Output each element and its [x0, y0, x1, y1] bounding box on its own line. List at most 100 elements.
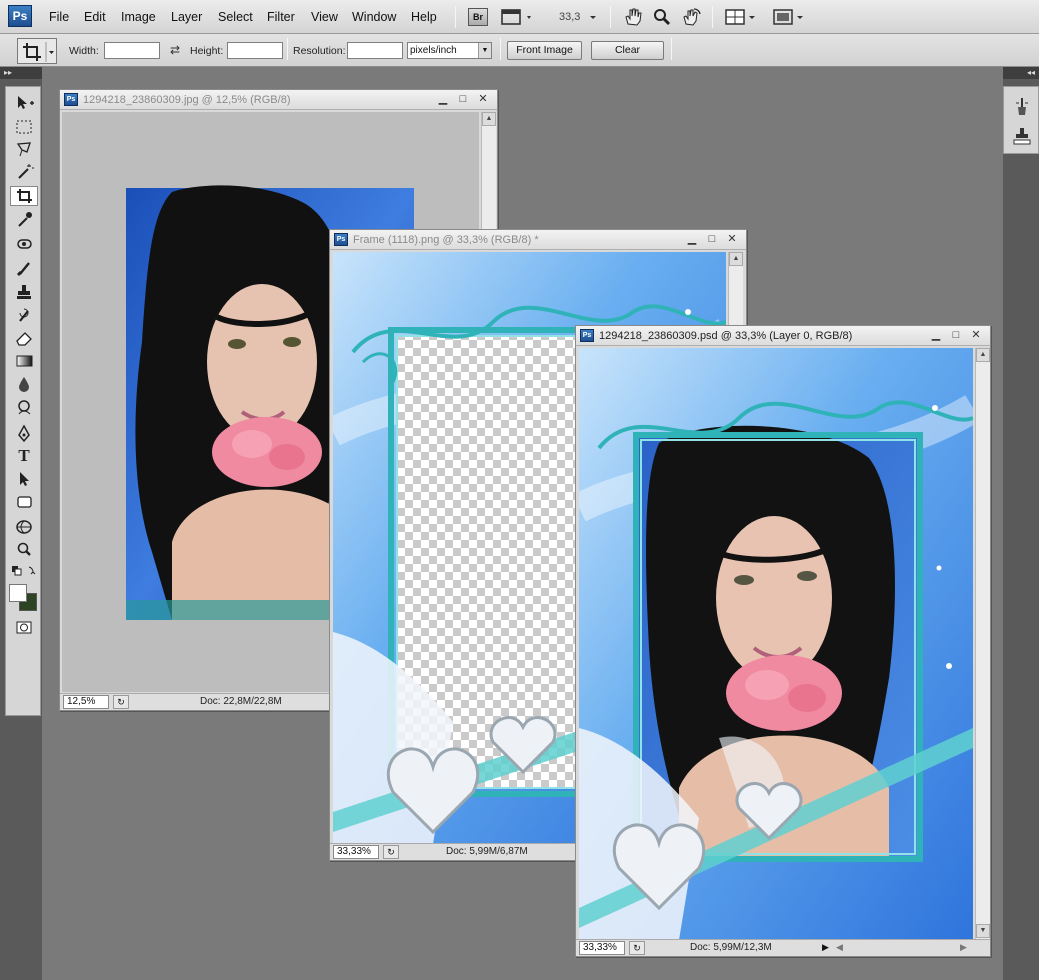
spot-healing-brush-icon[interactable] [10, 234, 38, 254]
close-icon[interactable]: ✕ [725, 232, 739, 246]
menu-file[interactable]: File [49, 10, 69, 24]
document-title: Frame (1118).png @ 33,3% (RGB/8) * [353, 234, 539, 246]
eraser-icon[interactable] [10, 328, 38, 348]
document-titlebar[interactable]: Ps 1294218_23860309.psd @ 33,3% (Layer 0… [576, 326, 990, 346]
maximize-icon[interactable]: □ [949, 328, 963, 342]
zoom-level-readout[interactable]: 33,3 [559, 11, 580, 23]
minimize-icon[interactable]: ▁ [685, 232, 699, 246]
zoom-field[interactable]: 12,5% [63, 695, 109, 709]
minimize-icon[interactable]: ▁ [436, 92, 450, 106]
zoom-field[interactable]: 33,33% [579, 941, 625, 955]
type-icon[interactable]: T [10, 446, 38, 466]
vertical-scrollbar[interactable]: ▲ ▼ [975, 348, 990, 940]
swap-dimensions-icon[interactable]: ⇄ [166, 40, 184, 60]
rotate-view-icon[interactable] [680, 7, 702, 27]
scroll-up-icon[interactable]: ▲ [729, 252, 743, 266]
options-separator [500, 38, 501, 60]
scroll-right-icon[interactable]: ▶ [960, 942, 967, 953]
rectangular-marquee-icon[interactable] [10, 117, 38, 137]
clone-stamp-icon[interactable] [10, 282, 38, 302]
preview-icon[interactable]: ↻ [629, 941, 645, 955]
photoshop-logo: Ps [8, 5, 32, 27]
width-field[interactable] [104, 42, 160, 59]
launch-bridge-button[interactable]: Br [468, 8, 488, 26]
arrange-documents-icon[interactable] [724, 7, 760, 27]
lasso-icon[interactable] [10, 139, 38, 159]
menu-view[interactable]: View [311, 10, 338, 24]
tools-panel-body: T [5, 86, 41, 716]
maximize-icon[interactable]: □ [456, 92, 470, 106]
magic-wand-icon[interactable] [10, 162, 38, 182]
default-colors-icon[interactable] [9, 564, 39, 578]
scroll-up-icon[interactable]: ▲ [482, 112, 496, 126]
dodge-icon[interactable] [10, 398, 38, 418]
ps-document-icon: Ps [580, 329, 594, 342]
menu-filter[interactable]: Filter [267, 10, 295, 24]
document-titlebar[interactable]: Ps Frame (1118).png @ 33,3% (RGB/8) * ▁ … [330, 230, 746, 250]
scroll-left-icon[interactable]: ◀ [836, 942, 843, 953]
brush-presets-icon[interactable] [1010, 95, 1034, 119]
resolution-label: Resolution: [293, 45, 346, 57]
expand-panels-icon[interactable]: ◂◂ [1003, 67, 1039, 79]
document-title: 1294218_23860309.jpg @ 12,5% (RGB/8) [83, 94, 291, 106]
menu-select[interactable]: Select [218, 10, 253, 24]
clear-button[interactable]: Clear [591, 41, 664, 60]
gradient-icon[interactable] [10, 351, 38, 371]
tool-preset-picker[interactable] [17, 38, 57, 64]
close-icon[interactable]: ✕ [969, 328, 983, 342]
move-tool-icon[interactable] [10, 93, 38, 113]
scroll-down-icon[interactable]: ▼ [976, 924, 990, 938]
3d-rotate-icon[interactable] [10, 517, 38, 537]
right-panel-dock: ◂◂ [1003, 67, 1039, 980]
height-label: Height: [190, 45, 224, 57]
rectangle-shape-icon[interactable] [10, 492, 38, 512]
menu-help[interactable]: Help [411, 10, 437, 24]
tools-panel: ▸▸ T [0, 67, 42, 980]
menu-window[interactable]: Window [352, 10, 396, 24]
front-image-button[interactable]: Front Image [507, 41, 582, 60]
zoom-icon[interactable] [10, 540, 38, 560]
zoom-tool-icon[interactable] [651, 7, 673, 27]
close-icon[interactable]: ✕ [476, 92, 490, 106]
collapse-panel-icon[interactable]: ▸▸ [0, 67, 42, 79]
zoom-dropdown-arrow-icon[interactable] [588, 7, 600, 27]
screen-mode-icon[interactable] [772, 7, 808, 27]
maximize-icon[interactable]: □ [705, 232, 719, 246]
document-titlebar[interactable]: Ps 1294218_23860309.jpg @ 12,5% (RGB/8) … [60, 90, 497, 110]
brush-icon[interactable] [10, 258, 38, 278]
path-selection-icon[interactable] [10, 469, 38, 489]
pen-icon[interactable] [10, 424, 38, 444]
eyedropper-icon[interactable] [10, 209, 38, 229]
hand-tool-icon[interactable] [622, 7, 644, 27]
preview-icon[interactable]: ↻ [113, 695, 129, 709]
resolution-units-select[interactable]: pixels/inch ▼ [407, 42, 492, 59]
clone-source-icon[interactable] [1010, 125, 1034, 149]
ps-document-icon: Ps [334, 233, 348, 246]
zoom-field[interactable]: 33,33% [333, 845, 379, 859]
history-brush-icon[interactable] [10, 305, 38, 325]
crop-tool-icon[interactable] [10, 186, 38, 206]
foreground-color-swatch[interactable] [9, 584, 27, 602]
document-size: Doc: 5,99M/12,3M [690, 942, 772, 953]
document-canvas[interactable] [579, 348, 973, 940]
menu-layer[interactable]: Layer [171, 10, 202, 24]
blur-icon[interactable] [10, 374, 38, 394]
menu-edit[interactable]: Edit [84, 10, 106, 24]
status-bar: 33,33% ↻ Doc: 5,99M/12,3M ▶ ◀ ▶ [576, 939, 990, 956]
options-separator [287, 38, 288, 60]
mini-bridge-icon[interactable] [500, 7, 536, 27]
document-window-psd[interactable]: Ps 1294218_23860309.psd @ 33,3% (Layer 0… [575, 325, 991, 957]
options-bar: Width: ⇄ Height: Resolution: pixels/inch… [0, 34, 1039, 67]
resolution-field[interactable] [347, 42, 403, 59]
height-field[interactable] [227, 42, 283, 59]
preview-icon[interactable]: ↻ [383, 845, 399, 859]
minimize-icon[interactable]: ▁ [929, 328, 943, 342]
resolution-units-value: pixels/inch [410, 45, 457, 56]
quick-mask-icon[interactable] [10, 618, 38, 638]
document-title: 1294218_23860309.psd @ 33,3% (Layer 0, R… [599, 330, 853, 342]
menu-image[interactable]: Image [121, 10, 156, 24]
status-menu-arrow-icon[interactable]: ▶ [822, 942, 829, 953]
document-size: Doc: 22,8M/22,8M [200, 696, 282, 707]
scroll-up-icon[interactable]: ▲ [976, 348, 990, 362]
collapsed-panels [1003, 86, 1039, 154]
